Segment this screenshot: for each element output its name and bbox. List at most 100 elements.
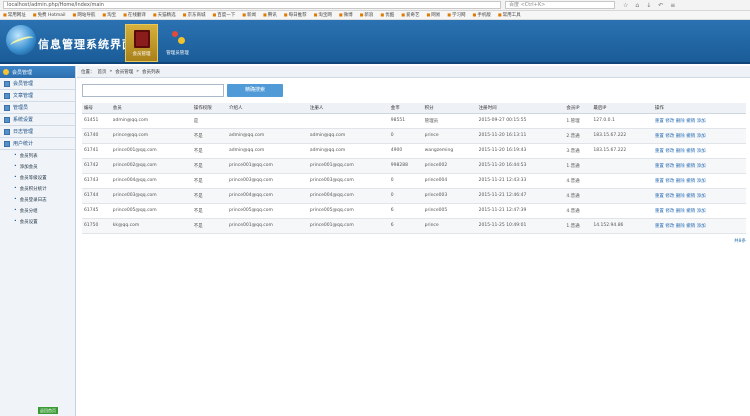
breadcrumb-item[interactable]: 会员列表 <box>142 69 160 75</box>
column-header[interactable]: 介绍人 <box>226 103 308 114</box>
row-actions[interactable]: 重置 修改 删除 撤销 添加 <box>652 203 746 219</box>
bookmark-item[interactable]: 京东商城 <box>183 12 205 18</box>
sidebar-item[interactable]: 管理员 <box>0 102 75 114</box>
column-header[interactable]: 金币 <box>388 103 423 114</box>
table-cell: prince002@qq.com <box>110 158 192 174</box>
browser-search-input[interactable]: 百度 <Ctrl+K> <box>505 1 615 9</box>
bookmark-item[interactable]: 淘宝 <box>102 12 116 18</box>
sidebar-subitem[interactable]: 会员列表 <box>0 150 75 161</box>
table-cell: 2015-11-21 12:46:47 <box>476 188 565 204</box>
bookmark-item[interactable]: 免费 Hotmail <box>33 12 66 18</box>
bookmark-item[interactable]: 学习网 <box>447 12 466 18</box>
bookmark-item[interactable]: 手机版 <box>473 12 491 18</box>
star-icon[interactable]: ☆ <box>623 2 628 9</box>
sidebar-subitem[interactable]: 会员设置 <box>0 216 75 227</box>
bookmark-item[interactable]: 每日推荐 <box>284 12 307 18</box>
sidebar-footer-button[interactable]: 返回首页 <box>38 407 58 414</box>
sidebar-item[interactable]: 用户统计 <box>0 138 75 150</box>
table-cell: 61742 <box>82 158 111 174</box>
table-cell: prince005 <box>422 203 477 219</box>
bookmark-item[interactable]: 常用网址 <box>3 12 26 18</box>
sidebar-subitem[interactable]: 添加会员 <box>0 161 75 172</box>
search-input[interactable] <box>82 84 224 97</box>
menu-icon[interactable]: ≡ <box>670 2 675 9</box>
row-actions[interactable]: 重置 修改 删除 撤销 添加 <box>652 128 746 144</box>
table-cell <box>591 158 653 174</box>
breadcrumb-item[interactable]: 会员管理 <box>115 69 133 75</box>
table-cell: 61743 <box>82 173 111 189</box>
bookmark-item[interactable]: 爱奇艺 <box>401 12 420 18</box>
row-actions[interactable]: 重置 修改 删除 撤销 添加 <box>652 173 746 189</box>
table-cell: 4.普通 <box>564 173 592 189</box>
column-header[interactable]: 注册时间 <box>476 103 565 114</box>
users-icon <box>170 29 186 47</box>
table-cell: 61451 <box>82 113 111 129</box>
address-bar[interactable]: localhost/admin.php/Home/Index/main <box>3 1 501 9</box>
app-title: 信息管理系统界面 <box>38 38 134 51</box>
download-icon[interactable]: ↓ <box>646 2 651 9</box>
row-actions[interactable]: 重置 修改 删除 撤销 添加 <box>652 113 746 129</box>
sidebar-header[interactable]: 会员管理 <box>0 66 75 78</box>
table-cell: 61750 <box>82 218 111 234</box>
row-actions[interactable]: 重置 修改 删除 撤销 添加 <box>652 218 746 234</box>
bookmark-item[interactable]: 天猫精选 <box>153 12 176 18</box>
tab-member-management[interactable]: 会员管理 <box>125 24 158 62</box>
column-header[interactable]: 会员 <box>110 103 192 114</box>
search-button[interactable]: 精确搜索 <box>227 84 283 97</box>
globe-logo-icon <box>6 25 36 55</box>
column-header[interactable]: 操作 <box>652 103 746 114</box>
pager[interactable]: 共8条 <box>734 238 746 244</box>
back-icon[interactable]: ↶ <box>658 2 663 9</box>
table-row: 61745 prince005@qq.com 不是 prince005@qq.com p… <box>82 203 746 219</box>
sidebar-item[interactable]: 文章管理 <box>0 90 75 102</box>
table-cell: prince001@qq.com <box>226 218 308 234</box>
table-cell: prince <box>422 218 477 234</box>
column-header[interactable]: 操作权限 <box>191 103 227 114</box>
bookmark-item[interactable]: 新浪 <box>360 12 373 18</box>
sidebar-item[interactable]: 日志管理 <box>0 126 75 138</box>
sidebar-subitem[interactable]: 会员等级设置 <box>0 172 75 183</box>
sidebar-item-label: 文章管理 <box>13 93 34 99</box>
bookmark-item[interactable]: 网易 <box>426 12 440 18</box>
column-header[interactable]: 注册人 <box>307 103 389 114</box>
column-header[interactable]: 最后IP <box>591 103 653 114</box>
table-cell: 2015-11-20 16:44:53 <box>476 158 565 174</box>
sidebar-subitem[interactable]: 会员登录日志 <box>0 194 75 205</box>
table-cell <box>591 203 653 219</box>
table-cell: 98551 <box>388 113 423 129</box>
table-cell: 不是 <box>191 218 227 234</box>
bookmark-item[interactable]: 网站导航 <box>73 12 95 18</box>
bookmark-item[interactable]: 百度一下 <box>212 12 235 18</box>
member-table: 编号 会员 操作权限 介绍人 注册人 金币 积分 注册时间 会员IP 最后IP 操作 61451 ad… <box>82 103 746 234</box>
bookmark-item[interactable]: 优酷 <box>380 12 394 18</box>
bookmark-item[interactable]: 淘宝网 <box>314 12 332 18</box>
folder-icon <box>4 128 10 135</box>
row-actions[interactable]: 重置 修改 删除 撤销 添加 <box>652 188 746 204</box>
row-actions[interactable]: 重置 修改 删除 撤销 添加 <box>652 158 746 174</box>
table-cell: prince004@qq.com <box>307 188 389 204</box>
sidebar-subitem[interactable]: 会员积分统计 <box>0 183 75 194</box>
table-row: 61451 admin@qq.com 是 98551 管理员 2015-09-27 00:… <box>82 113 746 129</box>
column-header[interactable]: 编号 <box>82 103 111 114</box>
bookmark-item[interactable]: 新闻 <box>242 12 256 18</box>
table-cell: 1.普通 <box>564 158 592 174</box>
sidebar: 会员管理 会员管理文章管理管理员系统设置日志管理用户统计 会员列表添加会员会员等… <box>0 66 76 416</box>
sidebar-item[interactable]: 系统设置 <box>0 114 75 126</box>
bookmark-item[interactable]: 腾讯 <box>263 12 277 18</box>
sidebar-item[interactable]: 会员管理 <box>0 78 75 90</box>
bookmark-item[interactable]: 在线翻译 <box>123 12 146 18</box>
bookmark-item[interactable]: 微博 <box>339 12 353 18</box>
column-header[interactable]: 会员IP <box>564 103 592 114</box>
browser-toolbar: localhost/admin.php/Home/Index/main 百度 <… <box>0 0 750 11</box>
breadcrumb-item[interactable]: 首页 <box>98 69 107 75</box>
sidebar-item-label: 系统设置 <box>13 117 34 123</box>
row-actions[interactable]: 重置 修改 删除 撤销 添加 <box>652 143 746 159</box>
bookmark-item[interactable]: 常用工具 <box>498 12 521 18</box>
sidebar-subitem[interactable]: 会员分组 <box>0 205 75 216</box>
column-header[interactable]: 积分 <box>422 103 477 114</box>
home-icon[interactable]: ⌂ <box>635 2 639 9</box>
tab-admin-management[interactable]: 管理员管理 <box>161 24 194 62</box>
table-cell: 61744 <box>82 188 111 204</box>
sidebar-item-label: 用户统计 <box>13 141 34 147</box>
table-cell: 不是 <box>191 143 227 159</box>
